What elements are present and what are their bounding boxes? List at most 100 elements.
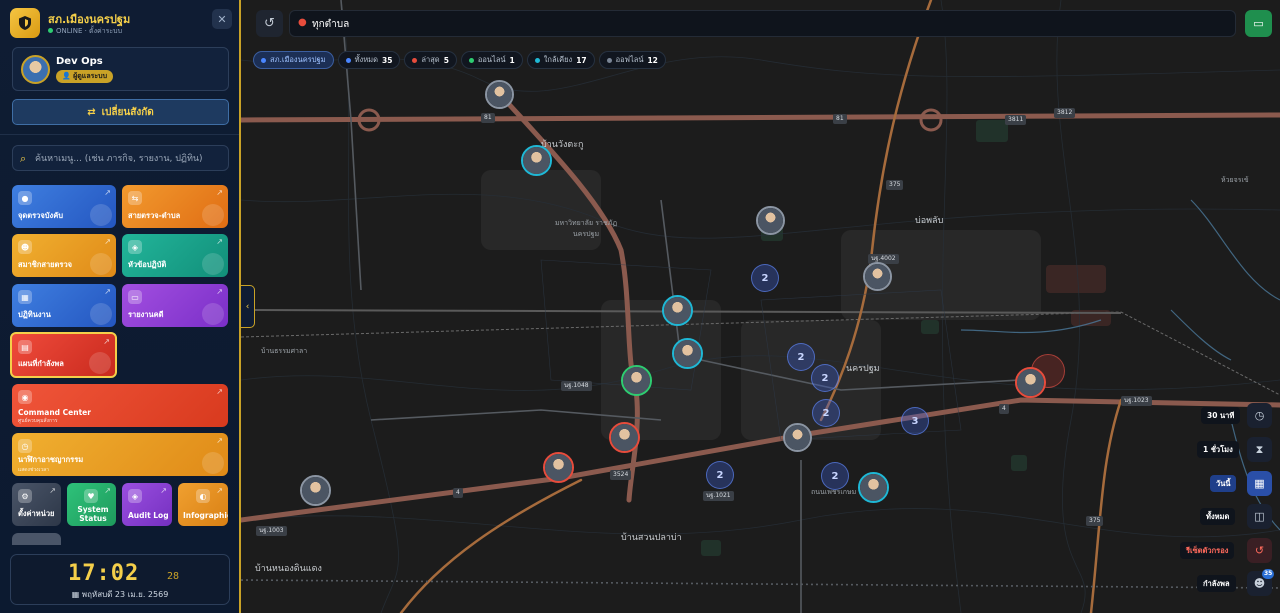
- user-card[interactable]: Dev Ops 👤 ผู้ดูแลระบบ: [12, 47, 229, 91]
- clock-date-text: พฤหัสบดี 23 เม.ย. 2569: [81, 590, 169, 599]
- layers-icon[interactable]: ◫: [1247, 504, 1272, 529]
- tile-crime-clock[interactable]: ◷ ↗ นาฬิกาอาชญากรรม แสดงช่วงเวลา: [12, 433, 228, 476]
- personnel-marker[interactable]: [521, 145, 552, 176]
- cluster-marker[interactable]: 2: [812, 399, 840, 427]
- tile-label: ปฏิทินงาน: [18, 310, 51, 319]
- road-shield: 81: [481, 113, 495, 123]
- district-filter[interactable]: ● ทุกตำบล: [289, 10, 1236, 37]
- tile-unit-settings[interactable]: ⚙ ↗ ตั้งค่าหน่วย: [12, 483, 61, 526]
- personnel-marker[interactable]: [543, 452, 574, 483]
- tile-audit-log[interactable]: ◈ ↗ Audit Log: [122, 483, 172, 526]
- sidebar: สภ.เมืองนครปฐม ONLINE · ตั้งค่าระบบ ✕ De…: [0, 0, 241, 613]
- cluster-marker[interactable]: 2: [787, 343, 815, 371]
- map-label-place: บ้านสวนปลาบ่า: [621, 533, 682, 543]
- time-filter-all[interactable]: ทั้งหมด: [1200, 508, 1236, 525]
- personnel-marker[interactable]: [672, 338, 703, 369]
- tile-label: ตั้งค่าหน่วย: [18, 509, 55, 518]
- sidebar-collapse-handle[interactable]: ‹: [241, 285, 255, 328]
- close-sidebar-button[interactable]: ✕: [212, 9, 232, 29]
- reset-map-button[interactable]: ↺: [256, 10, 283, 37]
- tile-patrol-members[interactable]: ☻ ↗ สมาชิกสายตรวจ: [12, 234, 116, 277]
- tile-label: Command Center: [18, 408, 91, 417]
- arrow-icon: ↗: [216, 486, 223, 495]
- settings-icon: ⚙: [18, 489, 32, 503]
- filter-label: ล่าสุด: [421, 55, 440, 64]
- switch-unit-button[interactable]: ⇄ เปลี่ยนสังกัด: [12, 99, 229, 125]
- clock-icon[interactable]: ◷: [1247, 403, 1272, 428]
- map-label-place: บ้านธรรมศาลา: [261, 347, 308, 355]
- cluster-marker[interactable]: 2: [706, 461, 734, 489]
- map-canvas[interactable]: บ้านวังตะกู มหาวิทยาลัย ราชภัฏนครปฐม บ่อ…: [241, 0, 1280, 613]
- personnel-marker[interactable]: [1015, 367, 1046, 398]
- filter-station[interactable]: สภ.เมืองนครปฐม: [253, 51, 334, 69]
- folder-icon: ▭: [128, 290, 142, 304]
- divider: [0, 134, 239, 135]
- tile-system-status[interactable]: ♥ ↗ System Status: [67, 483, 116, 526]
- time-filter-1h[interactable]: 1 ชั่วโมง: [1197, 441, 1239, 458]
- cluster-marker[interactable]: 2: [821, 462, 849, 490]
- tile-checkpoints[interactable]: ● ↗ จุดตรวจบังคับ: [12, 185, 116, 228]
- calendar-icon: ▦: [71, 590, 82, 599]
- reset-filter-label[interactable]: รีเซ็ตตัวกรอง: [1180, 542, 1235, 559]
- tile-more[interactable]: [12, 533, 61, 545]
- tile-calendar[interactable]: ▦ ↗ ปฏิทินงาน: [12, 284, 116, 327]
- chat-icon: ▭: [1253, 17, 1264, 30]
- arrow-icon: ↗: [104, 486, 111, 495]
- swap-icon: ⇄: [87, 106, 96, 118]
- tile-case-reports[interactable]: ▭ ↗ รายงานคดี: [122, 284, 228, 327]
- filter-recent[interactable]: ล่าสุด 5: [404, 51, 457, 69]
- arrow-icon: ↗: [216, 287, 223, 296]
- tile-patrol-district[interactable]: ⇆ ↗ สายตรวจ-ตำบล: [122, 185, 228, 228]
- reset-icon[interactable]: ↺: [1247, 538, 1272, 563]
- chat-button[interactable]: ▭: [1245, 10, 1272, 37]
- force-label[interactable]: กำลังพล: [1197, 575, 1236, 592]
- tile-decoration: [202, 303, 224, 325]
- filter-label: ออนไลน์: [477, 55, 506, 64]
- road-shield: 375: [1086, 516, 1104, 526]
- tile-decoration: [202, 204, 224, 226]
- personnel-marker[interactable]: [485, 80, 514, 109]
- personnel-marker[interactable]: [621, 365, 652, 396]
- filter-offline[interactable]: ออฟไลน์ 12: [598, 51, 666, 69]
- cluster-marker[interactable]: 2: [811, 364, 839, 392]
- chevron-left-icon: ‹: [245, 301, 250, 312]
- cluster-marker[interactable]: 2: [751, 264, 779, 292]
- hourglass-icon[interactable]: ⧗: [1247, 437, 1272, 462]
- filter-all[interactable]: ทั้งหมด 35: [337, 51, 401, 69]
- users-icon: ☻: [18, 240, 32, 254]
- filter-nearby[interactable]: ใกล้เคียง 17: [526, 51, 595, 69]
- pin-icon: ●: [18, 191, 32, 205]
- personnel-marker[interactable]: [858, 472, 889, 503]
- road-shield: 3811: [1005, 115, 1027, 125]
- status-filter-bar: สภ.เมืองนครปฐม ทั้งหมด 35 ล่าสุด 5 ออนไลน์…: [253, 51, 666, 69]
- tile-duty-topics[interactable]: ◈ ↗ หัวข้อปฏิบัติ: [122, 234, 228, 277]
- tile-infographic[interactable]: ◐ ↗ Infographic: [178, 483, 228, 526]
- arrow-icon: ↗: [160, 486, 167, 495]
- map-label-place: บ่อพลับ: [915, 216, 944, 226]
- personnel-marker[interactable]: [662, 295, 693, 326]
- road-shield: 4: [999, 404, 1009, 414]
- tile-force-map[interactable]: ▤ ↗ แผนที่กำลังพล: [10, 332, 117, 378]
- tile-label: Audit Log: [128, 511, 169, 520]
- tile-decoration: [202, 253, 224, 275]
- calendar-icon[interactable]: ▦: [1247, 471, 1272, 496]
- time-filter-today[interactable]: วันนี้: [1210, 475, 1237, 492]
- cluster-marker[interactable]: 3: [901, 407, 929, 435]
- clock-icon: ◷: [18, 439, 32, 453]
- personnel-marker[interactable]: [863, 262, 892, 291]
- personnel-marker[interactable]: [609, 422, 640, 453]
- road-shield: 3812: [1054, 108, 1076, 118]
- personnel-marker[interactable]: [756, 206, 785, 235]
- arrow-icon: ↗: [216, 436, 223, 445]
- filter-count: 35: [381, 55, 393, 65]
- personnel-marker[interactable]: [300, 475, 331, 506]
- menu-search-input[interactable]: [35, 150, 225, 168]
- filter-count: 17: [576, 55, 587, 65]
- tile-decoration: [90, 253, 112, 275]
- personnel-marker[interactable]: [783, 423, 812, 452]
- tile-command-center[interactable]: ◉ ↗ Command Center ศูนย์ควบคุมสั่งการ: [12, 384, 228, 427]
- tile-label: รายงานคดี: [128, 310, 164, 319]
- time-filter-30min[interactable]: 30 นาที: [1201, 407, 1241, 424]
- filter-online[interactable]: ออนไลน์ 1: [460, 51, 523, 69]
- road-shield: นฐ.1023: [1121, 396, 1152, 406]
